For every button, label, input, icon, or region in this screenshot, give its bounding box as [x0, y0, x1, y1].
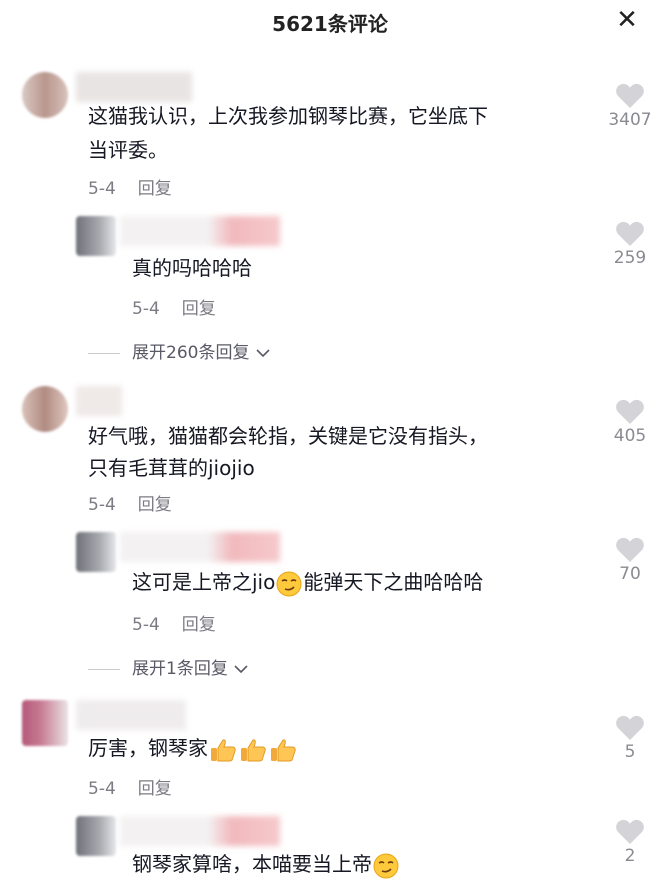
avatar[interactable]	[76, 532, 116, 572]
close-icon[interactable]: ✕	[614, 6, 640, 34]
chevron-down-icon	[234, 665, 248, 674]
username-blurred[interactable]	[120, 216, 280, 246]
divider	[88, 352, 120, 354]
like-button[interactable]: 2	[600, 818, 660, 866]
username-blurred[interactable]	[76, 386, 122, 416]
like-button[interactable]: 3407	[600, 82, 660, 130]
comments-header: 5621条评论 ✕	[0, 0, 660, 44]
comment-meta: 5-4 回复	[88, 774, 172, 799]
thumbs-up-emoji-icon	[241, 738, 266, 761]
avatar[interactable]	[76, 816, 116, 856]
heart-icon	[616, 537, 644, 562]
expand-replies-label: 展开260条回复	[132, 343, 250, 363]
thumbs-up-emoji-icon	[271, 738, 296, 761]
comment-text-line2: 当评委。	[88, 138, 168, 162]
like-button[interactable]: 405	[600, 398, 660, 446]
heart-icon	[616, 221, 644, 246]
smirk-emoji-icon	[276, 571, 302, 596]
comment-date: 5-4	[88, 779, 116, 799]
reply-text: 钢琴家算啥，本喵要当上帝	[132, 848, 400, 880]
comment-text: 好气哦，猫猫都会轮指，关键是它没有指头，	[88, 424, 488, 448]
reply-button[interactable]: 回复	[138, 179, 172, 199]
reply-button[interactable]: 回复	[138, 495, 172, 515]
reply-meta: 5-4 回复	[132, 294, 216, 319]
smirk-emoji-icon	[373, 853, 399, 878]
like-count: 70	[619, 564, 641, 584]
comment-date: 5-4	[88, 495, 116, 515]
comment-text: 厉害，钢琴家	[88, 732, 298, 764]
like-count: 405	[613, 426, 647, 446]
reply-text: 这可是上帝之jio 能弹天下之曲哈哈哈	[132, 566, 483, 598]
heart-icon	[616, 399, 644, 424]
expand-replies-label: 展开1条回复	[132, 659, 228, 679]
comment-text-line2: 只有毛茸茸的jiojio	[88, 456, 255, 480]
heart-icon	[616, 83, 644, 108]
reply-text-body: 钢琴家算啥，本喵要当上帝	[132, 852, 372, 876]
thumbs-up-emoji-icon	[211, 738, 236, 761]
chevron-down-icon	[256, 349, 270, 358]
comment-date: 5-4	[88, 179, 116, 199]
username-blurred[interactable]	[76, 72, 192, 102]
divider	[88, 668, 120, 670]
comment-text: 这猫我认识，上次我参加钢琴比赛，它坐底下	[88, 104, 488, 128]
like-button[interactable]: 70	[600, 536, 660, 584]
reply-date: 5-4	[132, 299, 160, 319]
avatar[interactable]	[22, 72, 68, 118]
reply-button[interactable]: 回复	[182, 615, 216, 635]
like-count: 5	[624, 742, 636, 762]
avatar[interactable]	[22, 700, 68, 746]
expand-replies-button[interactable]: 展开1条回复	[88, 654, 249, 679]
username-blurred[interactable]	[120, 532, 280, 562]
reply-meta: 5-4 回复	[132, 610, 216, 635]
comment-count-title: 5621条评论	[272, 12, 388, 36]
comment-text-body: 厉害，钢琴家	[88, 736, 208, 760]
like-count: 2	[624, 846, 636, 866]
reply-date: 5-4	[132, 615, 160, 635]
comment-meta: 5-4 回复	[88, 490, 172, 515]
heart-icon	[616, 715, 644, 740]
like-button[interactable]: 5	[600, 714, 660, 762]
reply-text: 真的吗哈哈哈	[132, 256, 252, 280]
comment-meta: 5-4 回复	[88, 174, 172, 199]
like-count: 3407	[608, 110, 652, 130]
avatar[interactable]	[76, 216, 116, 256]
like-count: 259	[613, 248, 647, 268]
reply-button[interactable]: 回复	[182, 299, 216, 319]
like-button[interactable]: 259	[600, 220, 660, 268]
heart-icon	[616, 819, 644, 844]
avatar[interactable]	[22, 386, 68, 432]
reply-text-part1: 这可是上帝之jio	[132, 570, 276, 594]
reply-text-part2: 能弹天下之曲哈哈哈	[303, 570, 484, 594]
expand-replies-button[interactable]: 展开260条回复	[88, 338, 271, 363]
reply-button[interactable]: 回复	[138, 779, 172, 799]
username-blurred[interactable]	[120, 816, 280, 846]
username-blurred[interactable]	[76, 700, 186, 730]
